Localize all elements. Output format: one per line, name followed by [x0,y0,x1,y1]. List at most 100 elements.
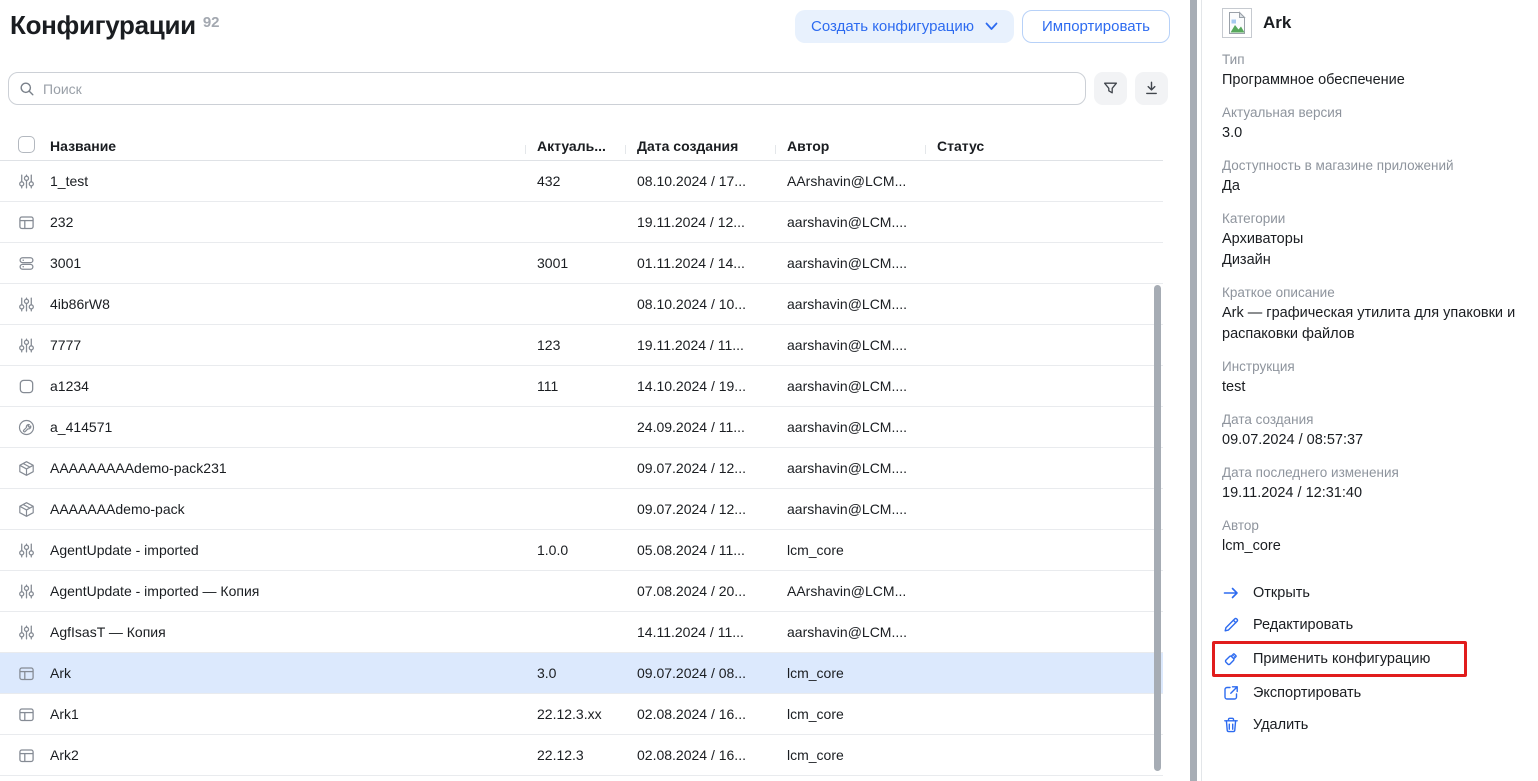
details-field: Актуальная версия 3.0 [1222,105,1522,144]
row-created: 02.08.2024 / 16... [625,706,775,722]
field-value: Ark — графическая утилита для упаковки и… [1222,303,1522,345]
table-body: 1_test43208.10.2024 / 17...AArshavin@LCM… [0,161,1163,776]
table-row[interactable]: AgfIsasT — Копия14.11.2024 / 11...aarsha… [0,612,1163,653]
main-gap [1170,0,1190,781]
header-buttons: Создать конфигурацию Импортировать [795,10,1170,43]
field-value: lcm_core [1222,536,1522,557]
action-label: Экспортировать [1253,685,1361,701]
download-button[interactable] [1135,72,1168,105]
field-label: Краткое описание [1222,285,1522,300]
row-name: Ark [44,665,525,681]
row-created: 24.09.2024 / 11... [625,419,775,435]
details-field: Краткое описание Ark — графическая утилит… [1222,285,1522,345]
row-version: 3.0 [525,665,625,681]
action-export[interactable]: Экспортировать [1222,677,1371,709]
column-header-created: Дата создания [625,138,775,154]
field-value: 09.07.2024 / 08:57:37 [1222,430,1522,451]
table-row[interactable]: 1_test43208.10.2024 / 17...AArshavin@LCM… [0,161,1163,202]
column-header-name: Название [44,138,525,154]
table-row[interactable]: AgentUpdate - imported — Копия07.08.2024… [0,571,1163,612]
layout-icon [18,747,35,764]
row-author: aarshavin@LCM.... [775,501,925,517]
action-pencil[interactable]: Редактировать [1222,609,1363,641]
row-created: 05.08.2024 / 11... [625,542,775,558]
details-field: Дата последнего изменения19.11.2024 / 12… [1222,465,1522,504]
row-name: AAAAAAAdemo-pack [44,501,525,517]
table-row[interactable]: 777712319.11.2024 / 11...aarshavin@LCM..… [0,325,1163,366]
import-button[interactable]: Импортировать [1022,10,1170,43]
table-row[interactable]: Ark222.12.302.08.2024 / 16...lcm_core [0,735,1163,776]
column-header-version: Актуаль... [525,138,625,154]
search-input[interactable] [43,81,1075,97]
details-field: Инструкцияtest [1222,359,1522,398]
main-area: Конфигурации92 Создать конфигурацию Импо… [0,0,1170,781]
field-label: Актуальная версия [1222,105,1522,120]
action-trash[interactable]: Удалить [1222,709,1318,741]
field-value: 3.0 [1222,123,1522,144]
table-row[interactable]: AAAAAAAAAdemo-pack23109.07.2024 / 12...a… [0,448,1163,489]
export-icon [1222,684,1240,702]
action-arrow-right[interactable]: Открыть [1222,577,1320,609]
row-name: 232 [44,214,525,230]
page-header: Конфигурации92 Создать конфигурацию Импо… [0,0,1170,43]
row-icon-cell [0,706,44,723]
action-label: Открыть [1253,585,1310,601]
row-version: 3001 [525,255,625,271]
details-field: Авторlcm_core [1222,518,1522,557]
row-icon-cell [0,501,44,518]
column-header-status: Статус [925,138,1075,154]
row-author: aarshavin@LCM.... [775,214,925,230]
table-row[interactable]: 232 19.11.2024 / 12...aarshavin@LCM.... [0,202,1163,243]
table-row[interactable]: Ark3.009.07.2024 / 08...lcm_core [0,653,1163,694]
table-row[interactable]: AAAAAAAdemo-pack09.07.2024 / 12...aarsha… [0,489,1163,530]
row-created: 02.08.2024 / 16... [625,747,775,763]
table-row[interactable]: a123411114.10.2024 / 19...aarshavin@LCM.… [0,366,1163,407]
filter-funnel-icon [1102,80,1119,97]
row-author: lcm_core [775,747,925,763]
field-label: Доступность в магазине приложений [1222,158,1522,173]
filter-button[interactable] [1094,72,1127,105]
row-created: 08.10.2024 / 17... [625,173,775,189]
row-icon-cell [0,173,44,190]
row-author: aarshavin@LCM.... [775,337,925,353]
page-scrollbar[interactable] [1190,0,1197,781]
square-icon [18,378,35,395]
package-icon [18,501,35,518]
layout-icon [18,665,35,682]
row-author: aarshavin@LCM.... [775,378,925,394]
table-row[interactable]: Ark122.12.3.xx02.08.2024 / 16...lcm_core [0,694,1163,735]
row-version: 123 [525,337,625,353]
table-scrollbar[interactable] [1154,285,1161,771]
row-name: AgentUpdate - imported [44,542,525,558]
table-row[interactable]: AgentUpdate - imported1.0.005.08.2024 / … [0,530,1163,571]
row-icon-cell [0,460,44,477]
pencil-icon [1222,616,1240,634]
action-label: Применить конфигурацию [1253,651,1430,667]
layout-icon [18,214,35,231]
row-version: 22.12.3.xx [525,706,625,722]
details-title: Ark [1263,13,1291,33]
search-icon [19,81,35,97]
import-button-label: Импортировать [1042,18,1150,35]
row-name: AAAAAAAAAdemo-pack231 [44,460,525,476]
field-value: 19.11.2024 / 12:31:40 [1222,483,1522,504]
row-version: 111 [525,378,625,394]
create-configuration-button[interactable]: Создать конфигурацию [795,10,1014,43]
details-field: ТипПрограммное обеспечение [1222,52,1522,91]
sliders-icon [18,337,35,354]
row-name: AgfIsasT — Копия [44,624,525,640]
table-row[interactable]: 3001300101.11.2024 / 14...aarshavin@LCM.… [0,243,1163,284]
select-all-checkbox[interactable] [18,136,35,153]
wrench-icon [18,419,35,436]
row-author: aarshavin@LCM.... [775,624,925,640]
item-count: 92 [203,14,220,31]
row-created: 01.11.2024 / 14... [625,255,775,271]
row-name: 4ib86rW8 [44,296,525,312]
table-row[interactable]: 4ib86rW808.10.2024 / 10...aarshavin@LCM.… [0,284,1163,325]
action-flash-drive[interactable]: Применить конфигурацию [1212,641,1467,677]
row-created: 09.07.2024 / 12... [625,460,775,476]
field-value: Архиваторы Дизайн [1222,229,1522,271]
table-row[interactable]: a_41457124.09.2024 / 11...aarshavin@LCM.… [0,407,1163,448]
row-created: 19.11.2024 / 12... [625,214,775,230]
title-wrap: Конфигурации92 [10,10,220,41]
